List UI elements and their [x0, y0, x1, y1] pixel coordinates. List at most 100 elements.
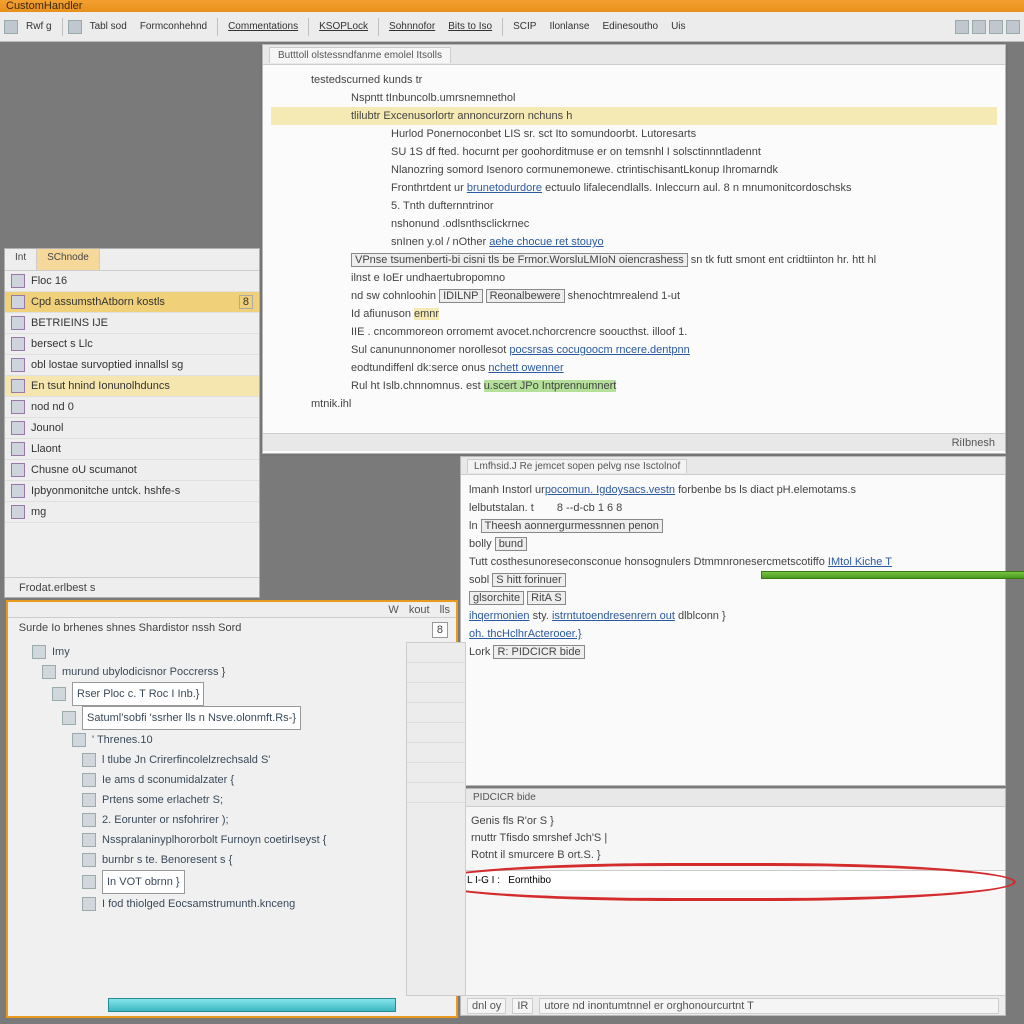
debug-row[interactable]: Nsspralaninyplhororbolt Furnoyn coetirIs…	[22, 830, 442, 850]
secondary-editor-line: ihqermonien sty. istrntutoendresenrern o…	[469, 607, 997, 625]
secondary-editor-line: lmanh Instorl urpocomun. Igdoysacs.vestn…	[469, 481, 997, 499]
debug-window: W kout lls Surde Io brhenes shnes Shardi…	[6, 600, 458, 1018]
file-icon	[11, 295, 25, 309]
tree-icon	[42, 665, 56, 679]
debug-row[interactable]: murund ubylodicisnor Poccrerss }	[22, 662, 442, 682]
title-item-2[interactable]: lls	[440, 604, 450, 616]
console-tab-0[interactable]: PIDCICR bide	[467, 791, 542, 804]
secondary-editor-content[interactable]: lmanh Instorl urpocomun. Igdoysacs.vestn…	[461, 475, 1005, 667]
file-icon	[11, 421, 25, 435]
toolbar-item-3[interactable]: Commentations	[223, 18, 303, 35]
editor-status-bar: RiIbnesh	[263, 433, 1005, 451]
debug-row[interactable]: I fod thiolged Eocsamstrumunth.knceng	[22, 894, 442, 914]
editor-line: Hurlod Ponernoconbet LIS sr. sct Ito som…	[271, 125, 997, 143]
status-cell-1: IR	[512, 998, 533, 1014]
explorer-tab-0[interactable]: Int	[5, 249, 37, 270]
title-item-0[interactable]: W	[388, 604, 398, 616]
editor-line: 5. Tnth dufternntrinor	[271, 197, 997, 215]
editor-line: IIE . cncommoreon orromemt avocet.nchorc…	[271, 323, 997, 341]
toolbar-item-1[interactable]: Tabl sod	[85, 18, 132, 35]
debug-row[interactable]: ' Threnes.10	[22, 730, 442, 750]
explorer-item-label: nod nd 0	[31, 401, 74, 413]
debug-gutter	[406, 642, 466, 996]
explorer-item[interactable]: bersect s Llc	[5, 334, 259, 355]
explorer-item[interactable]: nod nd 0	[5, 397, 259, 418]
toolbar-icon-1[interactable]	[68, 20, 82, 34]
file-icon	[11, 463, 25, 477]
editor-tab-0[interactable]: Butttoll olstessndfanme emolel Itsolls	[269, 47, 451, 63]
run-icon[interactable]	[955, 20, 969, 34]
debug-row[interactable]: Imy	[22, 642, 442, 662]
debug-icon[interactable]	[972, 20, 986, 34]
toolbar-item-8[interactable]: Ilonlanse	[544, 18, 594, 35]
debug-row[interactable]: In VOT obrnn }	[22, 870, 442, 894]
secondary-editor-panel: Lmfhsid.J Re jemcet sopen pelvg nse Isct…	[460, 456, 1006, 786]
editor-tab-bar: Butttoll olstessndfanme emolel Itsolls	[263, 45, 1005, 65]
debug-row[interactable]: burnbr s te. Benoresent s {	[22, 850, 442, 870]
tree-icon	[82, 833, 96, 847]
editor-line: nshonund .odlsnthsclickrnec	[271, 215, 997, 233]
toolbar-item-7[interactable]: SCIP	[508, 18, 541, 35]
debug-row[interactable]: 2. Eorunter or nsfohrirer );	[22, 810, 442, 830]
toolbar-item-10[interactable]: Uis	[666, 18, 690, 35]
explorer-item-label: obl lostae survoptied innallsl sg	[31, 359, 183, 371]
secondary-editor-line: Tutt costhesunoreseconsconue honsognuler…	[469, 553, 997, 571]
explorer-item[interactable]: Chusne oU scumanot	[5, 460, 259, 481]
toolbar-item-4[interactable]: KSOPLock	[314, 18, 373, 35]
debug-row[interactable]: Ie ams d sconumidalzater {	[22, 770, 442, 790]
editor-content[interactable]: testedscurned kunds trNspntt tInbuncolb.…	[263, 65, 1005, 433]
editor-line: Rul ht Islb.chnnomnus. est u.scert JPo I…	[271, 377, 997, 395]
debug-row[interactable]: Rser Ploc c. T Roc I Inb.}	[22, 682, 442, 706]
debug-header-badge: 8	[432, 622, 448, 638]
tree-icon	[82, 773, 96, 787]
toolbar-item-0[interactable]: Rwf g	[21, 18, 57, 35]
file-icon	[11, 442, 25, 456]
editor-line: snInen y.ol / nOther aehe chocue ret sto…	[271, 233, 997, 251]
debug-window-body[interactable]: Imymurund ubylodicisnor Poccrerss }Rser …	[8, 638, 456, 918]
tree-icon	[72, 733, 86, 747]
editor-line: Sul canununnonomer norollesot pocsrsas c…	[271, 341, 997, 359]
explorer-item[interactable]: Jounol	[5, 418, 259, 439]
toolbar-item-9[interactable]: Edinesoutho	[597, 18, 663, 35]
explorer-item[interactable]: BETRIEINS IJE	[5, 313, 259, 334]
secondary-tab-0[interactable]: Lmfhsid.J Re jemcet sopen pelvg nse Isct…	[467, 459, 687, 473]
console-line: Genis fls R'or S }	[471, 813, 995, 830]
toolbar-item-5[interactable]: Sohnnofor	[384, 18, 440, 35]
tree-icon	[82, 897, 96, 911]
debug-row[interactable]: Satuml'sobfi 'ssrher lls n Nsve.olonmft.…	[22, 706, 442, 730]
tree-icon	[32, 645, 46, 659]
editor-line: eodtundiffenl dk:serce onus nchett owenn…	[271, 359, 997, 377]
explorer-item[interactable]: Llaont	[5, 439, 259, 460]
window-title: CustomHandler	[6, 0, 82, 12]
console-input[interactable]	[461, 871, 1005, 890]
file-icon	[11, 484, 25, 498]
title-item-1[interactable]: kout	[409, 604, 430, 616]
explorer-item[interactable]: Ipbyonmonitche untck. hshfe-s	[5, 481, 259, 502]
app-icon	[4, 20, 18, 34]
editor-line: SU 1S df fted. hocurnt per goohorditmuse…	[271, 143, 997, 161]
toolbar-item-2[interactable]: Formconhehnd	[135, 18, 212, 35]
tree-icon	[82, 793, 96, 807]
explorer-item[interactable]: Cpd assumsthAtborn kostls8	[5, 292, 259, 313]
config-icon[interactable]	[1006, 20, 1020, 34]
explorer-item[interactable]: obl lostae survoptied innallsl sg	[5, 355, 259, 376]
editor-line: Nspntt tInbuncolb.umrsnemnethol	[271, 89, 997, 107]
explorer-item-label: Ipbyonmonitche untck. hshfe-s	[31, 485, 180, 497]
debug-row[interactable]: Prtens some erlachetr S;	[22, 790, 442, 810]
explorer-item[interactable]: mg	[5, 502, 259, 523]
tree-icon	[82, 875, 96, 889]
explorer-tab-1[interactable]: SChnode	[37, 249, 100, 270]
console-input-row	[461, 870, 1005, 890]
status-cell-2: utore nd inontumtnnel er orghonourcurtnt…	[539, 998, 999, 1014]
explorer-item[interactable]: En tsut hnind Ionunolhduncs	[5, 376, 259, 397]
editor-line: testedscurned kunds tr	[271, 71, 997, 89]
explorer-item-label: Chusne oU scumanot	[31, 464, 137, 476]
stop-icon[interactable]	[989, 20, 1003, 34]
debug-window-titlebar[interactable]: W kout lls	[8, 602, 456, 618]
console-output[interactable]: Genis fls R'or S } rnuttr Tfisdo smrshef…	[461, 807, 1005, 870]
toolbar-item-6[interactable]: Bits to Iso	[443, 18, 497, 35]
file-icon	[11, 379, 25, 393]
editor-line: mtnik.ihl	[271, 395, 997, 413]
explorer-item-label: Jounol	[31, 422, 63, 434]
debug-row[interactable]: l tlube Jn Crirerfincolelzrechsald S'	[22, 750, 442, 770]
